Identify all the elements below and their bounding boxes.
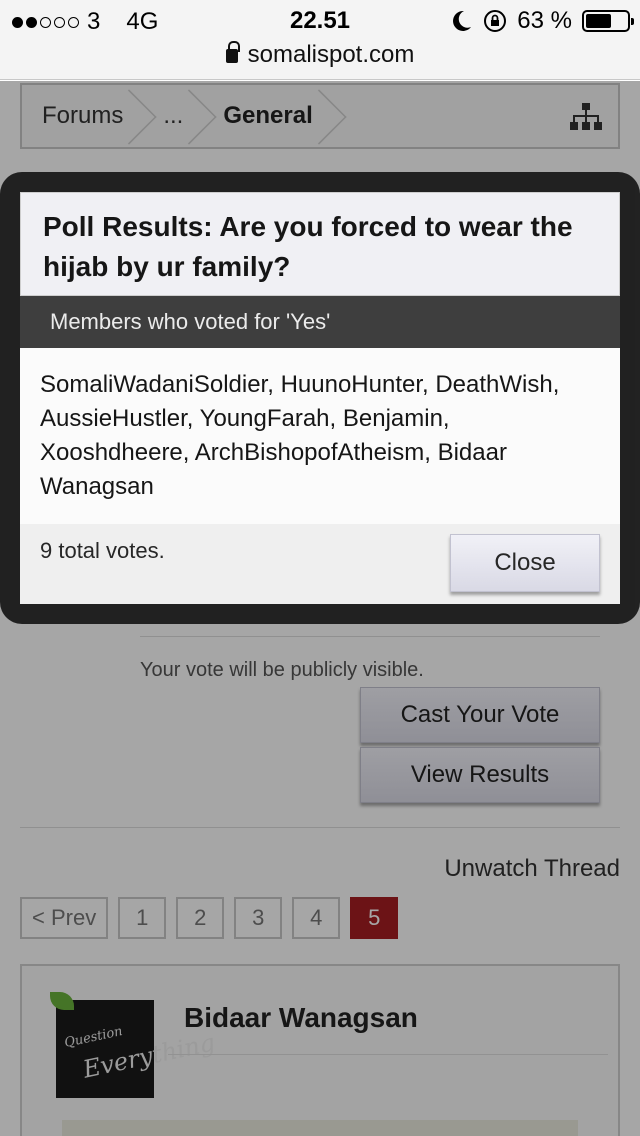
close-button[interactable]: Close [450, 534, 600, 592]
battery-percent: 63 % [517, 7, 572, 34]
voter-list: SomaliWadaniSoldier, HuunoHunter, DeathW… [40, 371, 560, 500]
status-icons: 63 % [451, 7, 634, 35]
modal-footer: 9 total votes. Close [20, 524, 620, 604]
modal-subtitle: Members who voted for 'Yes' [20, 296, 620, 348]
modal-title: Poll Results: Are you forced to wear the… [20, 192, 620, 296]
rotation-lock-icon [484, 10, 507, 32]
modal-content: Poll Results: Are you forced to wear the… [20, 192, 620, 604]
total-votes: 9 total votes. [40, 538, 165, 563]
url-bar[interactable]: somalispot.com [0, 40, 640, 80]
status-bar: 3 4G 22.51 63 % [0, 0, 640, 40]
lock-icon [225, 41, 240, 63]
battery-icon [582, 10, 634, 32]
poll-results-modal: Poll Results: Are you forced to wear the… [0, 172, 640, 624]
moon-icon [453, 10, 472, 31]
url-domain: somalispot.com [247, 41, 415, 68]
